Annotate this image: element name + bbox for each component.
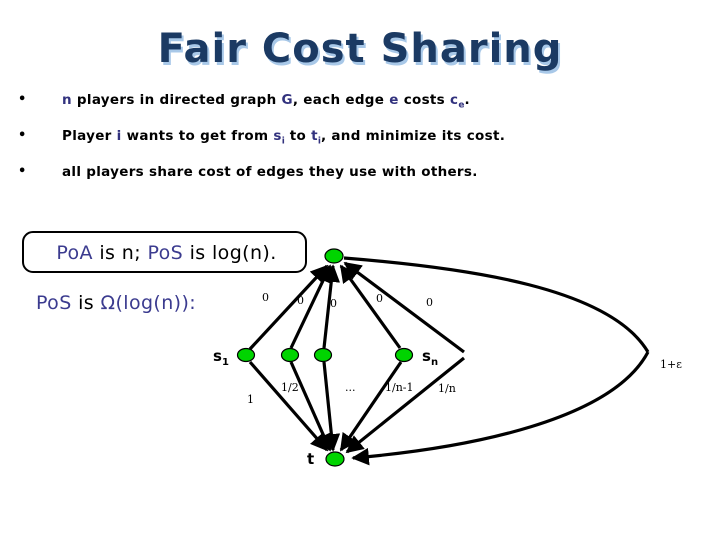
claim-box-text: PoA is n; PoS is log(n).	[24, 233, 309, 275]
node-t	[325, 451, 345, 467]
claim-token-pos: PoS	[147, 242, 184, 264]
claim-token-is-logn: is log(n).	[183, 242, 277, 264]
slide-canvas: Fair Cost Sharing • n players in directe…	[0, 0, 720, 540]
edge-s2-root	[289, 264, 332, 349]
bullet-item-0: • n players in directed graph G, each ed…	[0, 90, 640, 112]
edge-s3-t	[322, 361, 341, 452]
edge-sn-root	[339, 264, 402, 349]
edge-s1-t	[248, 360, 329, 452]
token-s: s	[273, 128, 282, 144]
token-n: n	[62, 92, 72, 108]
token-e: e	[389, 92, 399, 108]
edge-label-upper-4: 0	[426, 296, 433, 309]
edge-label-lower-1-over-n-minus-1: 1/n-1	[385, 381, 414, 394]
graph-edges-upper	[248, 261, 465, 354]
edge-right-root	[343, 261, 465, 354]
pos-token-is: is	[71, 292, 101, 314]
edge-label-lower-1-over-2: 1/2	[281, 381, 299, 394]
edge-outer-t-arc	[351, 351, 650, 466]
token-G: G	[281, 92, 293, 108]
bullet-text-0: n players in directed graph G, each edge…	[62, 90, 470, 116]
edge-label-outer-1-plus-epsilon: 1+ε	[660, 358, 682, 371]
token-wants-to-get-from: wants to get from	[121, 128, 274, 144]
token-player: Player	[62, 128, 117, 144]
token-t: t	[311, 128, 318, 144]
bullet-marker-icon: •	[18, 164, 27, 179]
edge-s3-root	[322, 264, 341, 349]
node-sn	[394, 347, 414, 363]
token-share-cost: all players share cost of edges they use…	[62, 164, 478, 180]
node-root	[324, 248, 344, 264]
edge-label-upper-2: 0	[330, 297, 337, 310]
bullet-marker-icon: •	[18, 128, 27, 143]
edge-s1-root	[248, 264, 329, 351]
edge-label-upper-1: 0	[297, 294, 304, 307]
edge-sn-t	[339, 361, 403, 452]
node-s1	[236, 347, 256, 363]
token-minimize-cost: , and minimize its cost.	[320, 128, 506, 144]
edge-label-lower-1: 1	[247, 393, 254, 406]
token-costs: costs	[398, 92, 451, 108]
pos-lower-bound-line: PoS is Ω(log(n)):	[36, 292, 196, 314]
token-each-edge: , each edge	[292, 92, 390, 108]
edge-label-upper-0: 0	[262, 291, 269, 304]
token-period-0: .	[464, 92, 470, 108]
bullet-text-1: Player i wants to get from si to ti, and…	[62, 126, 505, 152]
bullet-marker-icon: •	[18, 92, 27, 107]
bullet-item-2: • all players share cost of edges they u…	[0, 162, 640, 184]
bullet-item-1: • Player i wants to get from si to ti, a…	[0, 126, 640, 148]
token-to: to	[284, 128, 312, 144]
graph-edges-lower	[248, 356, 466, 454]
edge-label-upper-3: 0	[376, 292, 383, 305]
edge-right-t	[345, 356, 466, 454]
claim-token-is-n: is n;	[92, 242, 148, 264]
page-title: Fair Cost Sharing	[157, 26, 563, 72]
edge-label-lower-1-over-n: 1/n	[438, 382, 456, 395]
claim-token-poa: PoA	[56, 242, 93, 264]
claim-box: PoA is n; PoS is log(n).	[22, 231, 307, 273]
token-players-in: players in directed graph	[71, 92, 282, 108]
pos-token-omega: Ω(log(n)):	[100, 292, 197, 314]
pos-token-pos: PoS	[36, 292, 72, 314]
graph-edges-outer-lens	[343, 256, 650, 466]
graph-nodes	[236, 248, 414, 467]
node-s3	[313, 347, 333, 363]
node-s2	[280, 347, 300, 363]
edge-root-outer-arc	[343, 256, 650, 353]
node-label-sn: sn	[422, 347, 439, 368]
edge-s2-t	[289, 361, 332, 452]
edge-label-lower-ellipsis: ...	[345, 381, 356, 394]
node-label-t: t	[307, 450, 315, 468]
node-label-s1: s1	[213, 347, 229, 368]
bullet-text-2: all players share cost of edges they use…	[62, 162, 478, 182]
